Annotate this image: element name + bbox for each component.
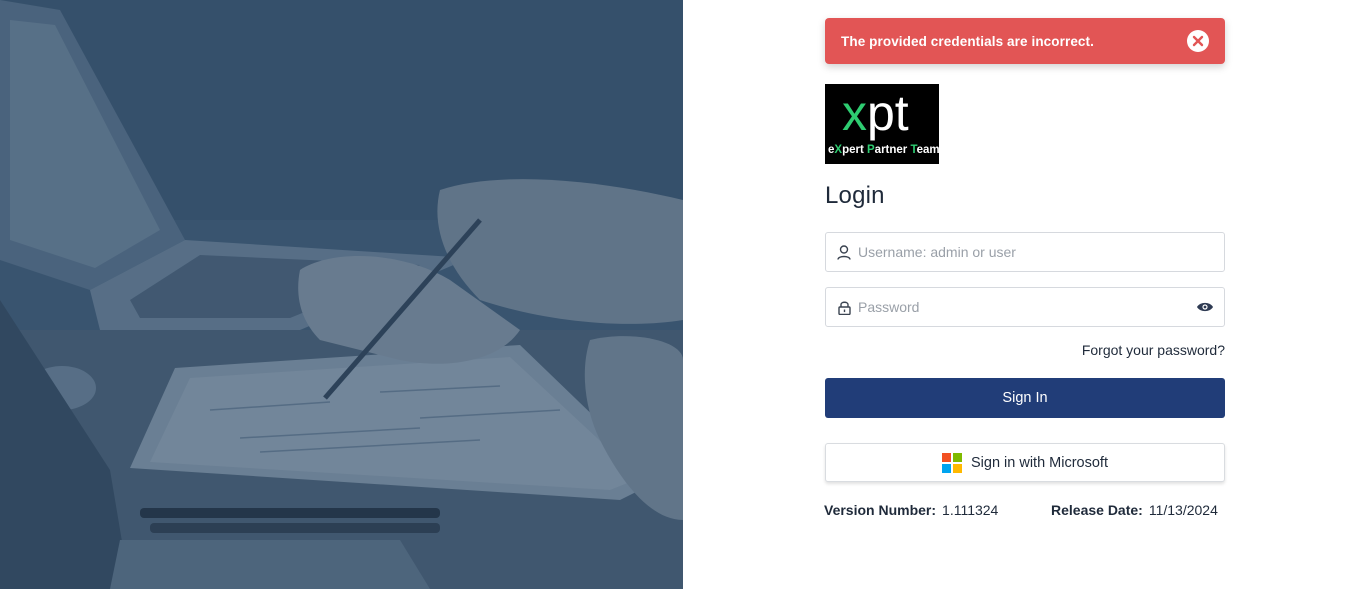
error-alert: The provided credentials are incorrect. bbox=[825, 18, 1225, 64]
page-title: Login bbox=[825, 182, 885, 209]
login-page: The provided credentials are incorrect. … bbox=[0, 0, 1366, 589]
microsoft-icon bbox=[942, 452, 962, 473]
logo-mark: xpt bbox=[842, 85, 909, 141]
username-input[interactable] bbox=[858, 244, 1224, 260]
version-value: 1.111324 bbox=[942, 502, 999, 518]
version-label: Version Number: bbox=[824, 502, 937, 518]
sign-in-button[interactable]: Sign In bbox=[825, 378, 1225, 418]
release-label: Release Date: bbox=[1051, 502, 1143, 518]
hero-image bbox=[0, 0, 683, 589]
lock-icon bbox=[836, 299, 852, 315]
forgot-password-link[interactable]: Forgot your password? bbox=[1025, 342, 1225, 358]
release-info: Release Date: 11/13/2024 bbox=[1051, 502, 1218, 518]
xpt-logo: xpt eXpert Partner Team bbox=[825, 84, 939, 164]
login-panel: The provided credentials are incorrect. … bbox=[683, 0, 1366, 589]
microsoft-button-label: Sign in with Microsoft bbox=[971, 454, 1108, 471]
user-icon bbox=[836, 244, 852, 260]
username-field[interactable] bbox=[825, 232, 1225, 272]
error-alert-message: The provided credentials are incorrect. bbox=[841, 33, 1094, 49]
sign-in-microsoft-button[interactable]: Sign in with Microsoft bbox=[825, 443, 1225, 482]
password-input[interactable] bbox=[858, 299, 1195, 315]
password-field[interactable] bbox=[825, 287, 1225, 327]
eye-icon[interactable] bbox=[1195, 299, 1215, 315]
close-icon[interactable] bbox=[1187, 30, 1209, 52]
release-value: 11/13/2024 bbox=[1148, 502, 1218, 518]
logo-tagline: eXpert Partner Team bbox=[828, 144, 939, 156]
version-info: Version Number: 1.111324 bbox=[824, 502, 998, 518]
